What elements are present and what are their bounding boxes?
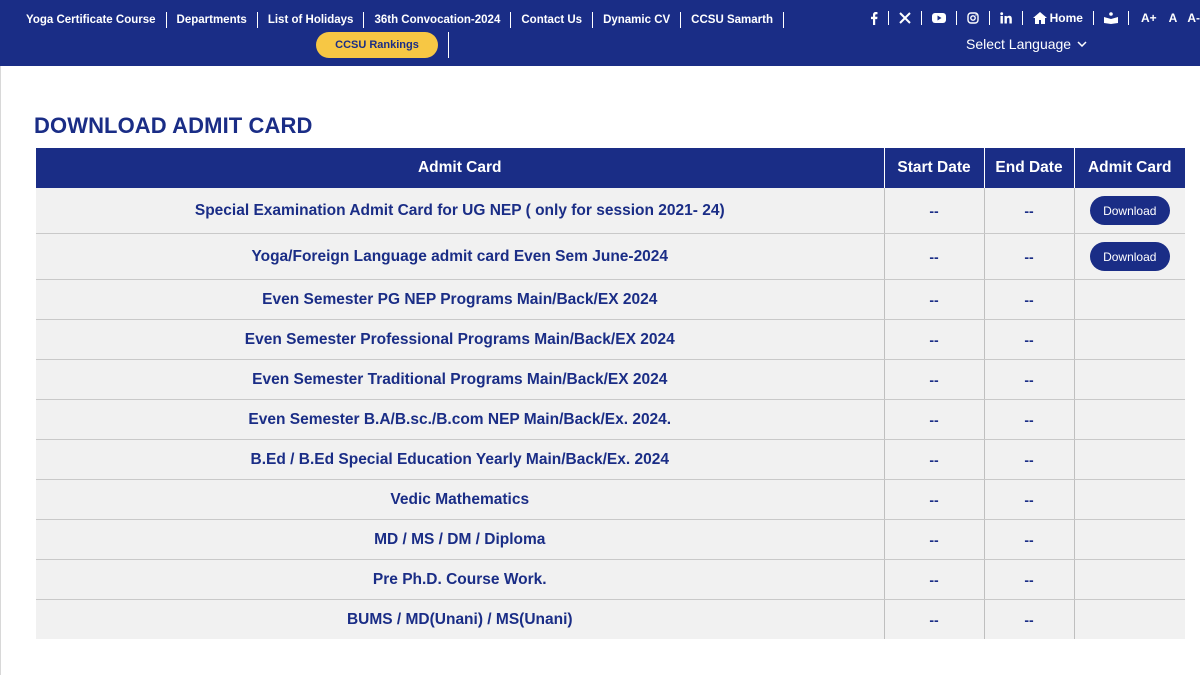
end-date: --	[984, 439, 1075, 480]
accessibility-icon[interactable]	[1094, 11, 1129, 25]
end-date: --	[984, 188, 1075, 234]
ccsu-rankings-button[interactable]: CCSU Rankings	[316, 32, 438, 58]
download-cell	[1074, 439, 1185, 480]
language-selector[interactable]: Select Language	[966, 36, 1087, 52]
start-date: --	[884, 359, 985, 400]
start-date: --	[884, 599, 985, 639]
nav-convocation[interactable]: 36th Convocation-2024	[364, 12, 512, 28]
youtube-icon[interactable]	[922, 11, 957, 25]
column-header-download: Admit Card	[1074, 148, 1185, 188]
column-header-admit-card: Admit Card	[36, 148, 885, 188]
admit-card-name: Even Semester B.A/B.sc./B.com NEP Main/B…	[36, 399, 885, 440]
divider	[0, 66, 1, 675]
table-row: Pre Ph.D. Course Work. -- --	[36, 559, 1185, 600]
table-row: Even Semester B.A/B.sc./B.com NEP Main/B…	[36, 399, 1185, 440]
download-cell	[1074, 559, 1185, 600]
download-cell: Download	[1074, 233, 1185, 280]
start-date: --	[884, 439, 985, 480]
nav-yoga-certificate-course[interactable]: Yoga Certificate Course	[16, 12, 167, 28]
column-header-end-date: End Date	[984, 148, 1075, 188]
table-header-row: Admit Card Start Date End Date Admit Car…	[36, 148, 1185, 188]
end-date: --	[984, 279, 1075, 320]
start-date: --	[884, 319, 985, 360]
font-decrease-button[interactable]: A-	[1183, 11, 1200, 25]
end-date: --	[984, 359, 1075, 400]
admit-card-name: BUMS / MD(Unani) / MS(Unani)	[36, 599, 885, 639]
nav-list-of-holidays[interactable]: List of Holidays	[258, 12, 365, 28]
download-button[interactable]: Download	[1089, 196, 1170, 225]
nav-departments[interactable]: Departments	[167, 12, 258, 28]
admit-card-name: Yoga/Foreign Language admit card Even Se…	[36, 233, 885, 280]
download-button[interactable]: Download	[1089, 242, 1170, 271]
table-row: Vedic Mathematics -- --	[36, 479, 1185, 520]
home-icon	[1032, 12, 1047, 24]
column-header-start-date: Start Date	[884, 148, 985, 188]
top-header: Yoga Certificate Course Departments List…	[0, 0, 1200, 66]
nav-dynamic-cv[interactable]: Dynamic CV	[593, 12, 682, 28]
admit-card-name: MD / MS / DM / Diploma	[36, 519, 885, 560]
download-cell	[1074, 359, 1185, 400]
nav-ccsu-samarth[interactable]: CCSU Samarth	[681, 12, 784, 28]
table-row: Yoga/Foreign Language admit card Even Se…	[36, 233, 1185, 280]
facebook-icon[interactable]	[860, 11, 889, 25]
end-date: --	[984, 519, 1075, 560]
end-date: --	[984, 319, 1075, 360]
table-row: Even Semester PG NEP Programs Main/Back/…	[36, 279, 1185, 320]
table-row: Even Semester Professional Programs Main…	[36, 319, 1185, 360]
start-date: --	[884, 399, 985, 440]
admit-card-name: Even Semester PG NEP Programs Main/Back/…	[36, 279, 885, 320]
page-title: DOWNLOAD ADMIT CARD	[34, 113, 313, 138]
start-date: --	[884, 279, 985, 320]
nav-contact-us[interactable]: Contact Us	[511, 12, 594, 28]
table-row: B.Ed / B.Ed Special Education Yearly Mai…	[36, 439, 1185, 480]
start-date: --	[884, 519, 985, 560]
table-row: Special Examination Admit Card for UG NE…	[36, 188, 1185, 234]
download-cell	[1074, 319, 1185, 360]
admit-card-name: Special Examination Admit Card for UG NE…	[36, 188, 885, 234]
social-bar: Home A+ A A-	[860, 0, 1200, 36]
divider	[448, 32, 449, 58]
admit-card-name: Pre Ph.D. Course Work.	[36, 559, 885, 600]
table-row: Even Semester Traditional Programs Main/…	[36, 359, 1185, 400]
rankings-wrap: CCSU Rankings	[316, 32, 449, 58]
admit-card-name: Even Semester Traditional Programs Main/…	[36, 359, 885, 400]
download-cell	[1074, 519, 1185, 560]
download-cell	[1074, 279, 1185, 320]
download-cell	[1074, 399, 1185, 440]
instagram-icon[interactable]	[957, 11, 990, 25]
admit-card-table: Admit Card Start Date End Date Admit Car…	[36, 148, 1185, 639]
start-date: --	[884, 188, 985, 234]
download-cell	[1074, 599, 1185, 639]
download-cell	[1074, 479, 1185, 520]
start-date: --	[884, 233, 985, 280]
end-date: --	[984, 233, 1075, 280]
admit-card-name: Vedic Mathematics	[36, 479, 885, 520]
font-normal-button[interactable]: A	[1163, 11, 1184, 25]
font-increase-button[interactable]: A+	[1129, 11, 1163, 25]
table-row: BUMS / MD(Unani) / MS(Unani) -- --	[36, 599, 1185, 639]
end-date: --	[984, 599, 1075, 639]
home-label: Home	[1049, 11, 1083, 25]
linkedin-icon[interactable]	[990, 11, 1023, 25]
start-date: --	[884, 559, 985, 600]
admit-card-name: B.Ed / B.Ed Special Education Yearly Mai…	[36, 439, 885, 480]
download-cell: Download	[1074, 188, 1185, 234]
end-date: --	[984, 559, 1075, 600]
chevron-down-icon	[1077, 41, 1087, 47]
start-date: --	[884, 479, 985, 520]
end-date: --	[984, 479, 1075, 520]
end-date: --	[984, 399, 1075, 440]
home-link[interactable]: Home	[1023, 11, 1094, 25]
language-label: Select Language	[966, 36, 1072, 52]
admit-card-name: Even Semester Professional Programs Main…	[36, 319, 885, 360]
table-row: MD / MS / DM / Diploma -- --	[36, 519, 1185, 560]
x-twitter-icon[interactable]	[889, 11, 922, 25]
